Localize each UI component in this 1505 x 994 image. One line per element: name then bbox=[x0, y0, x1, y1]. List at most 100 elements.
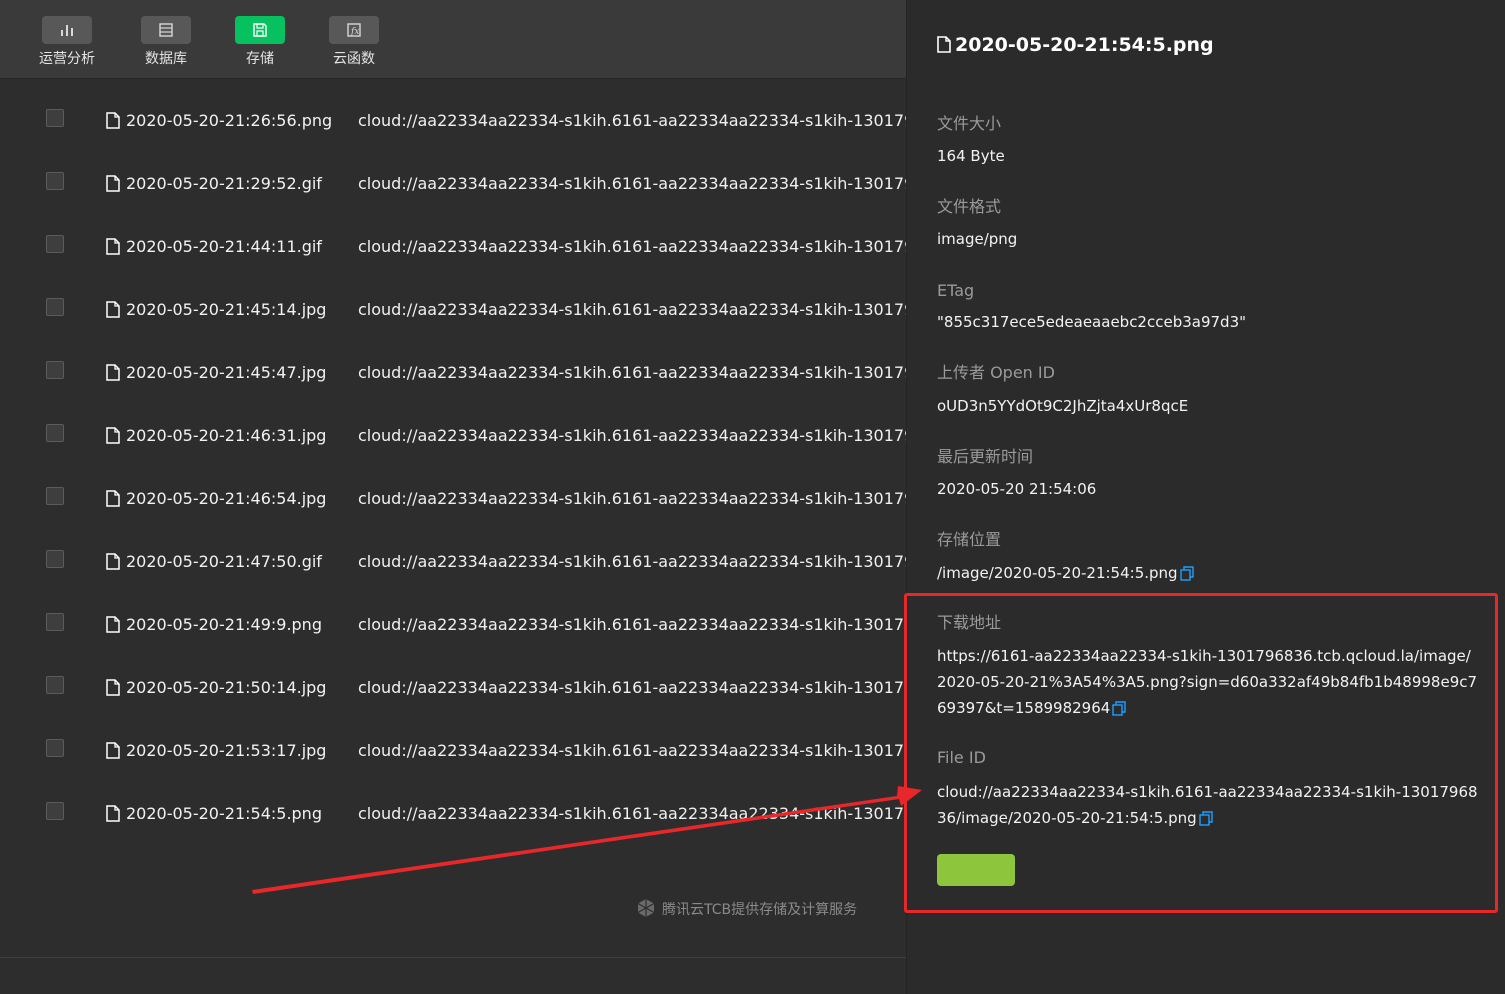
file-id-cell: cloud://aa22334aa22334-s1kih.6161-aa2233… bbox=[358, 489, 906, 508]
file-name-cell[interactable]: 2020-05-20-21:53:17.jpg bbox=[106, 740, 326, 762]
download-url-value[interactable]: https://6161-aa22334aa22334-s1kih-130179… bbox=[937, 647, 1477, 717]
table-row[interactable]: 2020-05-20-21:46:31.jpg cloud://aa22334aa… bbox=[0, 403, 906, 466]
row-checkbox[interactable] bbox=[46, 550, 64, 568]
file-icon bbox=[106, 805, 120, 822]
table-row[interactable]: 2020-05-20-21:50:14.jpg cloud://aa22334aa… bbox=[0, 655, 906, 718]
toolbar-analytics-label: 运营分析 bbox=[39, 51, 95, 67]
last-updated-label: 最后更新时间 bbox=[937, 447, 1034, 466]
action-button[interactable] bbox=[937, 854, 1015, 886]
file-name: 2020-05-20-21:29:52.gif bbox=[126, 174, 322, 193]
file-name: 2020-05-20-21:45:47.jpg bbox=[126, 363, 327, 382]
row-checkbox[interactable] bbox=[46, 361, 64, 379]
toolbar-database-label: 数据库 bbox=[145, 51, 187, 67]
file-detail-panel: 2020-05-20-21:54:5.png 文件大小 164 Byte 文件格… bbox=[906, 0, 1505, 994]
footer-credit: 腾讯云TCB提供存储及计算服务 bbox=[636, 898, 857, 918]
uploader-openid-value: oUD3n5YYdOt9C2JhZjta4xUr8qcE bbox=[937, 397, 1189, 415]
row-checkbox[interactable] bbox=[46, 487, 64, 505]
file-name-cell[interactable]: 2020-05-20-21:49:9.png bbox=[106, 614, 322, 636]
file-icon bbox=[106, 112, 120, 129]
file-icon bbox=[106, 616, 120, 633]
file-icon bbox=[106, 553, 120, 570]
tcb-logo-icon bbox=[637, 899, 655, 917]
table-row[interactable]: 2020-05-20-21:26:56.png cloud://aa22334aa… bbox=[0, 88, 906, 151]
table-row[interactable]: 2020-05-20-21:45:14.jpg cloud://aa22334aa… bbox=[0, 277, 906, 340]
database-icon bbox=[159, 23, 173, 37]
table-row[interactable]: 2020-05-20-21:54:5.png cloud://aa22334aa2… bbox=[0, 781, 906, 844]
toolbar-analytics-button[interactable]: 运营分析 bbox=[27, 16, 107, 68]
detail-title: 2020-05-20-21:54:5.png bbox=[937, 32, 1214, 58]
file-name: 2020-05-20-21:26:56.png bbox=[126, 111, 333, 130]
file-name-cell[interactable]: 2020-05-20-21:26:56.png bbox=[106, 110, 332, 132]
file-name-cell[interactable]: 2020-05-20-21:29:52.gif bbox=[106, 173, 322, 195]
download-url-row: https://6161-aa22334aa22334-s1kih-130179… bbox=[937, 643, 1479, 721]
copy-download-url-icon[interactable] bbox=[1112, 701, 1127, 716]
file-id-cell: cloud://aa22334aa22334-s1kih.6161-aa2233… bbox=[358, 174, 906, 193]
storage-icon bbox=[253, 23, 267, 37]
toolbar-storage-label: 存储 bbox=[246, 51, 274, 67]
file-format-value: image/png bbox=[937, 230, 1018, 248]
file-name-cell[interactable]: 2020-05-20-21:54:5.png bbox=[106, 803, 322, 825]
file-icon bbox=[106, 427, 120, 444]
table-row[interactable]: 2020-05-20-21:29:52.gif cloud://aa22334aa… bbox=[0, 151, 906, 214]
last-updated-value: 2020-05-20 21:54:06 bbox=[937, 480, 1097, 498]
file-id-cell: cloud://aa22334aa22334-s1kih.6161-aa2233… bbox=[358, 741, 906, 760]
file-name-cell[interactable]: 2020-05-20-21:46:31.jpg bbox=[106, 425, 326, 447]
file-name-cell[interactable]: 2020-05-20-21:50:14.jpg bbox=[106, 677, 326, 699]
row-checkbox[interactable] bbox=[46, 235, 64, 253]
row-checkbox[interactable] bbox=[46, 739, 64, 757]
file-icon bbox=[106, 238, 120, 255]
divider bbox=[0, 957, 906, 958]
table-row[interactable]: 2020-05-20-21:47:50.gif cloud://aa22334aa… bbox=[0, 529, 906, 592]
file-name-cell[interactable]: 2020-05-20-21:44:11.gif bbox=[106, 236, 322, 258]
file-id-cell: cloud://aa22334aa22334-s1kih.6161-aa2233… bbox=[358, 426, 906, 445]
row-checkbox[interactable] bbox=[46, 109, 64, 127]
table-row[interactable]: 2020-05-20-21:53:17.jpg cloud://aa22334aa… bbox=[0, 718, 906, 781]
etag-label: ETag bbox=[937, 281, 975, 300]
file-name-cell[interactable]: 2020-05-20-21:45:14.jpg bbox=[106, 299, 326, 321]
file-id-cell: cloud://aa22334aa22334-s1kih.6161-aa2233… bbox=[358, 678, 906, 697]
storage-location-value: /image/2020-05-20-21:54:5.png bbox=[937, 564, 1178, 582]
row-checkbox[interactable] bbox=[46, 613, 64, 631]
etag-value: "855c317ece5edeaeaaebc2cceb3a97d3" bbox=[937, 313, 1247, 331]
copy-file-id-icon[interactable] bbox=[1198, 811, 1213, 826]
table-row[interactable]: 2020-05-20-21:49:9.png cloud://aa22334aa2… bbox=[0, 592, 906, 655]
toolbar-database-button[interactable]: 数据库 bbox=[126, 16, 206, 68]
table-row[interactable]: 2020-05-20-21:45:47.jpg cloud://aa22334aa… bbox=[0, 340, 906, 403]
detail-title-text: 2020-05-20-21:54:5.png bbox=[955, 34, 1214, 56]
file-name: 2020-05-20-21:50:14.jpg bbox=[126, 678, 327, 697]
file-id-cell: cloud://aa22334aa22334-s1kih.6161-aa2233… bbox=[358, 300, 906, 319]
file-id-label: File ID bbox=[937, 748, 986, 767]
row-checkbox[interactable] bbox=[46, 676, 64, 694]
file-icon bbox=[937, 36, 951, 53]
table-row[interactable]: 2020-05-20-21:46:54.jpg cloud://aa22334aa… bbox=[0, 466, 906, 529]
file-name: 2020-05-20-21:46:54.jpg bbox=[126, 489, 327, 508]
file-name: 2020-05-20-21:46:31.jpg bbox=[126, 426, 327, 445]
file-icon bbox=[106, 490, 120, 507]
file-id-cell: cloud://aa22334aa22334-s1kih.6161-aa2233… bbox=[358, 111, 906, 130]
footer-credit-text: 腾讯云TCB提供存储及计算服务 bbox=[662, 902, 858, 918]
row-checkbox[interactable] bbox=[46, 802, 64, 820]
file-icon bbox=[106, 364, 120, 381]
file-name-cell[interactable]: 2020-05-20-21:47:50.gif bbox=[106, 551, 322, 573]
file-list-area: 运营分析 数据库 存储 fx 云函数 2020-05-20-21:26:56.p… bbox=[0, 0, 906, 994]
storage-location-label: 存储位置 bbox=[937, 530, 1002, 549]
toolbar: 运营分析 数据库 存储 fx 云函数 bbox=[0, 0, 906, 79]
storage-location-row: /image/2020-05-20-21:54:5.png bbox=[937, 562, 1194, 584]
download-url-label: 下载地址 bbox=[937, 613, 1002, 632]
row-checkbox[interactable] bbox=[46, 298, 64, 316]
toolbar-storage-button[interactable]: 存储 bbox=[220, 16, 300, 68]
bar-chart-icon bbox=[61, 25, 73, 36]
file-name: 2020-05-20-21:44:11.gif bbox=[126, 237, 322, 256]
svg-text:fx: fx bbox=[350, 27, 359, 37]
file-id-cell: cloud://aa22334aa22334-s1kih.6161-aa2233… bbox=[358, 237, 906, 256]
toolbar-cloud-function-button[interactable]: fx 云函数 bbox=[314, 16, 394, 68]
table-row[interactable]: 2020-05-20-21:44:11.gif cloud://aa22334aa… bbox=[0, 214, 906, 277]
copy-location-icon[interactable] bbox=[1179, 566, 1194, 581]
file-name-cell[interactable]: 2020-05-20-21:46:54.jpg bbox=[106, 488, 326, 510]
file-icon bbox=[106, 301, 120, 318]
file-name-cell[interactable]: 2020-05-20-21:45:47.jpg bbox=[106, 362, 326, 384]
file-id-cell: cloud://aa22334aa22334-s1kih.6161-aa2233… bbox=[358, 615, 906, 634]
row-checkbox[interactable] bbox=[46, 172, 64, 190]
row-checkbox[interactable] bbox=[46, 424, 64, 442]
file-name: 2020-05-20-21:53:17.jpg bbox=[126, 741, 327, 760]
